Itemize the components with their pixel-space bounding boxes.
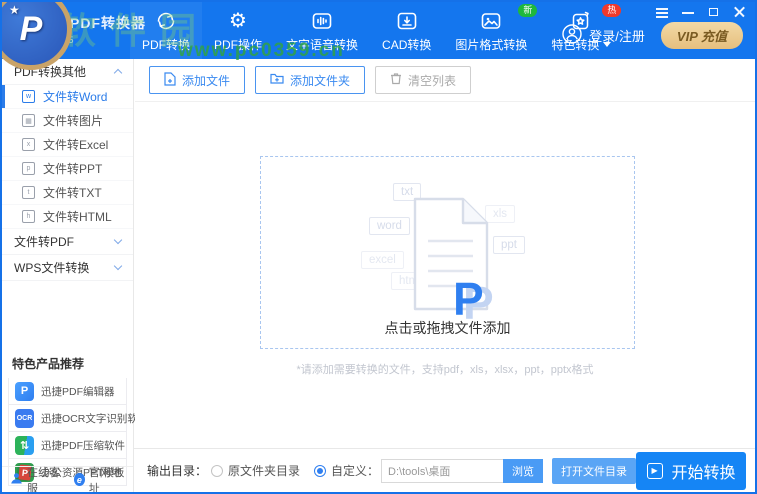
nav-label: CAD转换 <box>382 37 432 52</box>
radio-original-label[interactable]: 原文件夹目录 <box>228 462 300 479</box>
txt-doc-icon: t <box>22 186 35 199</box>
voice-icon <box>309 9 335 33</box>
main-nav: PDF转换 ⚙ PDF操作 文字语音转换 CAD转换 新 图片格式转换 热 特色… <box>130 2 623 59</box>
sidebar-item-file-to-txt[interactable]: t 文件转TXT <box>2 181 133 205</box>
window-controls <box>655 6 747 18</box>
folder-plus-icon <box>270 72 284 88</box>
close-icon[interactable] <box>733 6 747 18</box>
add-file-button[interactable]: 添加文件 <box>149 66 246 94</box>
promo-pdf-compress[interactable]: ⇅ 迅捷PDF压缩软件 <box>8 432 127 459</box>
official-site-link[interactable]: e 官网地址 <box>74 464 125 492</box>
output-path-group: 浏览 <box>381 458 544 483</box>
sidebar-group-wps-convert[interactable]: WPS文件转换 <box>2 255 133 281</box>
ocr-icon: OCR <box>15 408 34 428</box>
header-right: 登录/注册 VIP 充值 <box>561 22 743 49</box>
pdf-convert-icon <box>153 9 179 33</box>
login-label: 登录/注册 <box>589 29 645 44</box>
nav-image-format-convert[interactable]: 新 图片格式转换 <box>443 2 539 59</box>
file-plus-icon <box>164 71 176 89</box>
header-bar: 迅捷PDF转换器 V6.5.1.5 PDF转换 ⚙ PDF操作 <box>2 2 755 59</box>
radio-custom-label[interactable]: 自定义： <box>331 462 379 479</box>
user-icon <box>561 23 583 48</box>
bottom-bar: 输出目录： 原文件夹目录 自定义： 浏览 打开文件目录 ▶ 开始转换 <box>134 448 755 492</box>
main-area: 添加文件 添加文件夹 清空列表 txt word xls excel ppt h… <box>135 59 755 448</box>
add-folder-button[interactable]: 添加文件夹 <box>255 66 366 94</box>
clear-list-button[interactable]: 清空列表 <box>375 66 472 94</box>
globe-icon: e <box>74 473 85 486</box>
play-icon: ▶ <box>646 462 663 479</box>
ppt-doc-icon: p <box>22 162 35 175</box>
app-window: 迅捷PDF转换器 V6.5.1.5 PDF转换 ⚙ PDF操作 <box>0 0 757 494</box>
sidebar-footer: 在线客服 e 官网地址 <box>2 466 133 492</box>
sidebar-item-file-to-html[interactable]: h 文件转HTML <box>2 205 133 229</box>
format-hint: *请添加需要转换的文件，支持pdf，xls，xlsx，ppt，pptx格式 <box>296 364 594 376</box>
nav-label: 文字语音转换 <box>286 37 359 52</box>
maximize-icon[interactable] <box>707 6 721 18</box>
promo-title: 特色产品推荐 <box>12 357 85 371</box>
new-badge: 新 <box>518 4 538 17</box>
image-icon <box>478 9 504 33</box>
nav-text-voice-convert[interactable]: 文字语音转换 <box>274 2 370 59</box>
nav-label: 图片格式转换 <box>455 37 528 52</box>
file-toolbar: 添加文件 添加文件夹 清空列表 <box>135 59 755 102</box>
open-file-directory-button[interactable]: 打开文件目录 <box>552 457 637 484</box>
file-dropzone[interactable]: txt word xls excel ppt html P P 点击或拖拽文件添… <box>260 156 635 349</box>
radio-original-folder[interactable] <box>211 464 224 477</box>
excel-doc-icon: x <box>22 138 35 151</box>
promo-ocr-software[interactable]: OCR 迅捷OCR文字识别软件 <box>8 405 148 432</box>
chevron-down-icon <box>113 235 123 245</box>
dropzone-text: 点击或拖拽文件添加 <box>384 320 511 336</box>
login-register-button[interactable]: 登录/注册 <box>561 23 645 48</box>
sidebar-item-file-to-word[interactable]: w 文件转Word <box>2 85 133 109</box>
browse-button[interactable]: 浏览 <box>503 458 544 483</box>
online-support-link[interactable]: 在线客服 <box>10 464 61 492</box>
nav-label: PDF转换 <box>142 37 191 52</box>
sidebar-item-file-to-excel[interactable]: x 文件转Excel <box>2 133 133 157</box>
vip-recharge-button[interactable]: VIP 充值 <box>660 22 743 49</box>
menu-icon[interactable] <box>655 6 669 18</box>
nav-pdf-operate[interactable]: ⚙ PDF操作 <box>202 2 274 59</box>
output-path-input[interactable] <box>381 458 504 483</box>
sidebar-item-file-to-ppt[interactable]: p 文件转PPT <box>2 157 133 181</box>
hot-badge: 热 <box>602 4 622 17</box>
gear-icon: ⚙ <box>229 9 247 32</box>
nav-label: PDF操作 <box>214 37 263 52</box>
output-dir-label: 输出目录： <box>147 464 208 478</box>
image-doc-icon: ▦ <box>22 114 35 127</box>
pdf-editor-icon: P <box>15 381 34 401</box>
excel-tag: excel <box>361 251 404 269</box>
html-doc-icon: h <box>22 210 35 223</box>
start-convert-button[interactable]: ▶ 开始转换 <box>636 451 746 490</box>
document-illustration: P P <box>401 193 501 329</box>
sidebar: PDF转换其他 w 文件转Word ▦ 文件转图片 x 文件转Excel p 文… <box>2 59 148 492</box>
svg-text:P: P <box>453 273 484 321</box>
radio-custom[interactable] <box>314 464 327 477</box>
minimize-icon[interactable] <box>681 6 695 18</box>
promo-pdf-editor[interactable]: P 迅捷PDF编辑器 <box>8 378 127 405</box>
chevron-up-icon <box>113 68 123 78</box>
nav-pdf-convert[interactable]: PDF转换 <box>130 2 203 59</box>
trash-icon <box>390 72 402 88</box>
chevron-down-icon <box>113 261 123 271</box>
word-doc-icon: w <box>22 90 35 103</box>
sidebar-group-file-to-pdf[interactable]: 文件转PDF <box>2 229 133 255</box>
nav-cad-convert[interactable]: CAD转换 <box>370 2 443 59</box>
pdf-compress-icon: ⇅ <box>15 435 34 455</box>
sidebar-item-file-to-image[interactable]: ▦ 文件转图片 <box>2 109 133 133</box>
person-icon <box>10 472 23 488</box>
cad-icon <box>394 9 420 33</box>
